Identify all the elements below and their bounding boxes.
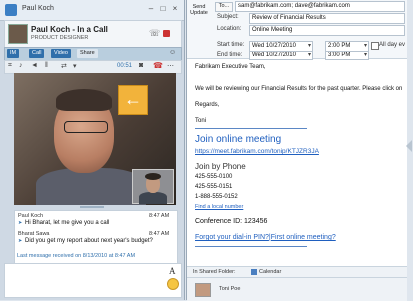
share-screen-arrow-icon[interactable]: ← [118, 85, 148, 115]
attendee-avatar[interactable] [195, 283, 211, 297]
join-online-meeting-link[interactable]: Join online meeting [195, 134, 281, 145]
phone-number: 425-555-0151 [195, 184, 233, 190]
attendee-name[interactable]: Toni Poe [219, 286, 240, 292]
location-label: Location: [217, 26, 242, 32]
remote-participant-hair [56, 89, 112, 111]
divider [195, 246, 307, 247]
divider [187, 277, 407, 278]
regards: Regards, [195, 102, 220, 108]
chat-history: Paul Koch 8:47 AM ➤ Hi Bharat, let me gi… [14, 210, 178, 264]
shared-folder-label: In Shared Folder: [193, 269, 236, 275]
hangup-icon[interactable] [163, 30, 170, 37]
contact-role: PRODUCT DESIGNER [31, 35, 89, 41]
body-line: We will be reviewing our Financial Resul… [195, 86, 403, 92]
all-day-label: All day ev [379, 42, 406, 48]
self-view[interactable] [132, 169, 174, 204]
font-button[interactable]: A [169, 266, 176, 276]
divider [195, 128, 307, 129]
chat-message: Hi Bharat, let me give you a call [25, 220, 110, 226]
start-time-label: Start time: [217, 42, 245, 48]
contact-name: Paul Koch - In a Call [31, 25, 108, 34]
more-options-icon[interactable]: ⋯ [167, 62, 174, 70]
call-button[interactable]: Call [29, 49, 45, 58]
mute-icon[interactable]: ♪ [19, 62, 23, 69]
subject-label: Subject: [217, 14, 239, 20]
forgot-pin-link[interactable]: Forgot your dial-in PIN? [195, 234, 269, 241]
join-by-phone-heading: Join by Phone [195, 162, 246, 171]
to-button[interactable]: To... [215, 2, 233, 12]
lync-app-icon [5, 4, 17, 16]
devices-icon[interactable]: ▾ [73, 62, 77, 70]
meeting-header: Send Update To... sam@fabrikam.com; dave… [187, 0, 407, 60]
chat-message: Did you get my report about next year's … [25, 238, 153, 244]
chat-time: 8:47 AM [149, 213, 170, 219]
remote-participant-body [36, 168, 146, 205]
contact-card: Paul Koch - In a Call PRODUCT DESIGNER ☏ [4, 20, 182, 48]
im-button[interactable]: IM [7, 49, 20, 58]
end-date-picker[interactable]: Wed 10/27/2010 [249, 51, 313, 60]
transfer-icon[interactable]: ⇄ [61, 62, 67, 70]
calendar-label[interactable]: Calendar [259, 269, 281, 275]
end-time-picker[interactable]: 3:00 PM [325, 51, 369, 60]
to-field[interactable]: sam@fabrikam.com; dave@fabrikam.com [235, 1, 405, 12]
phone-number: 1-888-555-0152 [195, 194, 238, 200]
calendar-icon [251, 269, 257, 275]
find-local-number-link[interactable]: Find a local number [195, 204, 243, 210]
hold-icon[interactable]: ‖ [45, 62, 48, 69]
share-button[interactable]: Share [77, 49, 98, 58]
phone-icon[interactable]: ☏ [149, 28, 160, 39]
bullet-icon: ➤ [18, 238, 23, 244]
people-icon[interactable]: ☺ [169, 49, 176, 56]
signature: Toni [195, 118, 207, 124]
dialpad-icon[interactable]: ⌗ [8, 62, 12, 70]
close-icon[interactable]: × [170, 4, 180, 14]
chat-time: 8:47 AM [149, 231, 170, 237]
message-compose-input[interactable]: A [4, 263, 182, 298]
call-timer: 00:51 [117, 63, 133, 69]
send-update-label: Send Update [190, 4, 208, 16]
chat-sender: Bharat Sawa [18, 231, 50, 237]
bullet-icon: ➤ [18, 220, 23, 226]
lync-conversation-window: Paul Koch – □ × Paul Koch - In a Call PR… [0, 0, 185, 300]
subject-field[interactable]: Review of Financial Results [249, 13, 405, 24]
maximize-icon[interactable]: □ [158, 4, 168, 14]
end-call-icon[interactable]: ☎ [153, 61, 163, 70]
volume-icon[interactable]: ◄ [31, 62, 38, 69]
location-field[interactable]: Online Meeting [249, 25, 405, 36]
pin-links: Forgot your dial-in PIN?|First online me… [195, 234, 336, 241]
self-view-body [139, 192, 167, 204]
chat-status: Last message received on 8/13/2010 at 8:… [17, 253, 136, 259]
scroll-left-icon[interactable] [406, 140, 412, 152]
self-view-hair [145, 173, 161, 180]
remote-participant-glasses [64, 121, 108, 133]
end-time-label: End time: [217, 52, 243, 58]
avatar[interactable] [8, 24, 28, 44]
meeting-url-link[interactable]: https://meet.fabrikam.com/tonip/KTJZR3JA [195, 148, 319, 155]
camera-icon[interactable]: ◙ [139, 62, 143, 69]
meeting-footer: In Shared Folder: Calendar Toni Poe [187, 266, 407, 301]
call-controls: ⌗ ♪ ◄ ‖ ⇄ ▾ 00:51 ◙ ☎ ⋯ [4, 60, 182, 74]
emoticon-icon[interactable] [167, 278, 179, 290]
phone-number: 425-555-0100 [195, 174, 233, 180]
chat-sender: Paul Koch [18, 213, 44, 219]
lync-titlebar: Paul Koch – □ × [0, 0, 184, 21]
window-title: Paul Koch [22, 5, 54, 12]
video-button[interactable]: Video [51, 49, 71, 58]
pane-resize-handle[interactable] [80, 206, 104, 208]
first-meeting-link[interactable]: First online meeting? [271, 234, 336, 241]
conference-id: Conference ID: 123456 [195, 218, 268, 225]
minimize-icon[interactable]: – [146, 4, 156, 14]
outlook-meeting-window: Send Update To... sam@fabrikam.com; dave… [186, 0, 407, 301]
video-pane[interactable]: ← [14, 73, 176, 205]
greeting: Fabrikam Executive Team, [195, 64, 266, 70]
send-update-button[interactable]: Send Update [187, 4, 211, 20]
conversation-toolbar: IM Call Video Share ☺ [4, 47, 182, 61]
all-day-checkbox[interactable] [371, 42, 379, 50]
